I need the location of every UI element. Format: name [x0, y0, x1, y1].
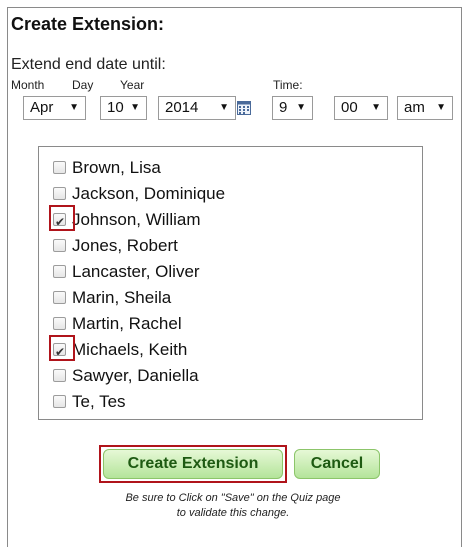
day-select[interactable]: 10 ▼: [100, 96, 147, 120]
student-name: Brown, Lisa: [72, 158, 161, 177]
month-select[interactable]: Apr ▼: [23, 96, 86, 120]
checkbox[interactable]: [53, 239, 66, 252]
calendar-icon[interactable]: [237, 101, 251, 115]
chevron-down-icon: ▼: [436, 102, 446, 113]
ampm-select-value: am: [404, 99, 425, 116]
extend-date-label: Extend end date until:: [11, 56, 166, 73]
hour-select[interactable]: 9 ▼: [272, 96, 313, 120]
chevron-down-icon: ▼: [69, 102, 79, 113]
student-name: Johnson, William: [72, 210, 201, 229]
student-name: Michaels, Keith: [72, 340, 188, 359]
chevron-down-icon: ▼: [130, 102, 140, 113]
highlight-box: [49, 335, 75, 361]
year-select[interactable]: 2014 ▼: [158, 96, 236, 120]
minute-select[interactable]: 00 ▼: [334, 96, 388, 120]
student-name: Jackson, Dominique: [72, 184, 226, 203]
save-note-line2: to validate this change.: [176, 507, 290, 519]
chevron-down-icon: ▼: [219, 102, 229, 113]
ampm-select[interactable]: am ▼: [397, 96, 453, 120]
checkbox[interactable]: [53, 291, 66, 304]
chevron-down-icon: ▼: [371, 102, 381, 113]
hour-select-value: 9: [279, 99, 288, 116]
student-list: Brown, Lisa Jackson, Dominique Johnson, …: [38, 146, 423, 420]
checkbox[interactable]: [53, 369, 66, 382]
student-name: Jones, Robert: [72, 236, 178, 255]
day-select-value: 10: [107, 99, 124, 116]
year-label: Year: [120, 78, 145, 92]
student-name: Sawyer, Daniella: [72, 366, 199, 385]
minute-select-value: 00: [341, 99, 358, 116]
highlight-box: [99, 445, 287, 483]
student-name: Te, Tes: [72, 392, 126, 411]
student-name: Marin, Sheila: [72, 288, 172, 307]
checkbox[interactable]: [53, 187, 66, 200]
highlight-box: [49, 205, 75, 231]
student-name: Martin, Rachel: [72, 314, 182, 333]
day-label: Day: [72, 78, 94, 92]
student-name: Lancaster, Oliver: [72, 262, 200, 281]
checkbox[interactable]: [53, 317, 66, 330]
month-select-value: Apr: [30, 99, 54, 116]
time-label: Time:: [273, 78, 303, 92]
cancel-button[interactable]: Cancel: [294, 449, 380, 479]
checkbox[interactable]: [53, 265, 66, 278]
checkbox[interactable]: [53, 395, 66, 408]
save-note-line1: Be sure to Click on "Save" on the Quiz p…: [125, 492, 341, 504]
month-label: Month: [11, 78, 45, 92]
checkbox[interactable]: [53, 161, 66, 174]
chevron-down-icon: ▼: [296, 102, 306, 113]
page-title: Create Extension:: [11, 14, 165, 34]
year-select-value: 2014: [165, 99, 199, 116]
